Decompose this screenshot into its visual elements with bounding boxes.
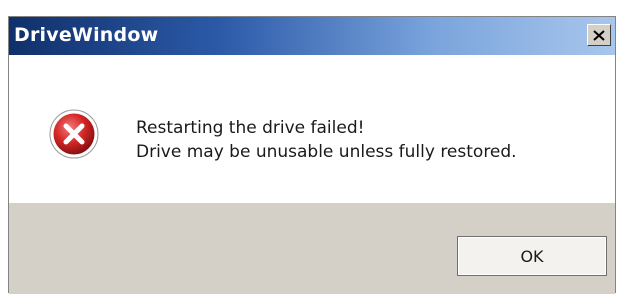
close-icon (593, 29, 605, 41)
button-bar: OK (9, 203, 615, 294)
ok-button[interactable]: OK (457, 236, 607, 276)
window-title: DriveWindow (14, 24, 159, 46)
dialog-body: Restarting the drive failed! Drive may b… (9, 55, 615, 203)
error-message: Restarting the drive failed! Drive may b… (136, 116, 517, 164)
error-icon (49, 109, 99, 159)
dialog-window: DriveWindow Restarting the drive failed!… (8, 16, 616, 294)
title-bar[interactable]: DriveWindow (9, 17, 615, 55)
close-button[interactable] (587, 24, 611, 46)
message-line-1: Restarting the drive failed! (136, 118, 365, 138)
message-line-2: Drive may be unusable unless fully resto… (136, 142, 517, 162)
